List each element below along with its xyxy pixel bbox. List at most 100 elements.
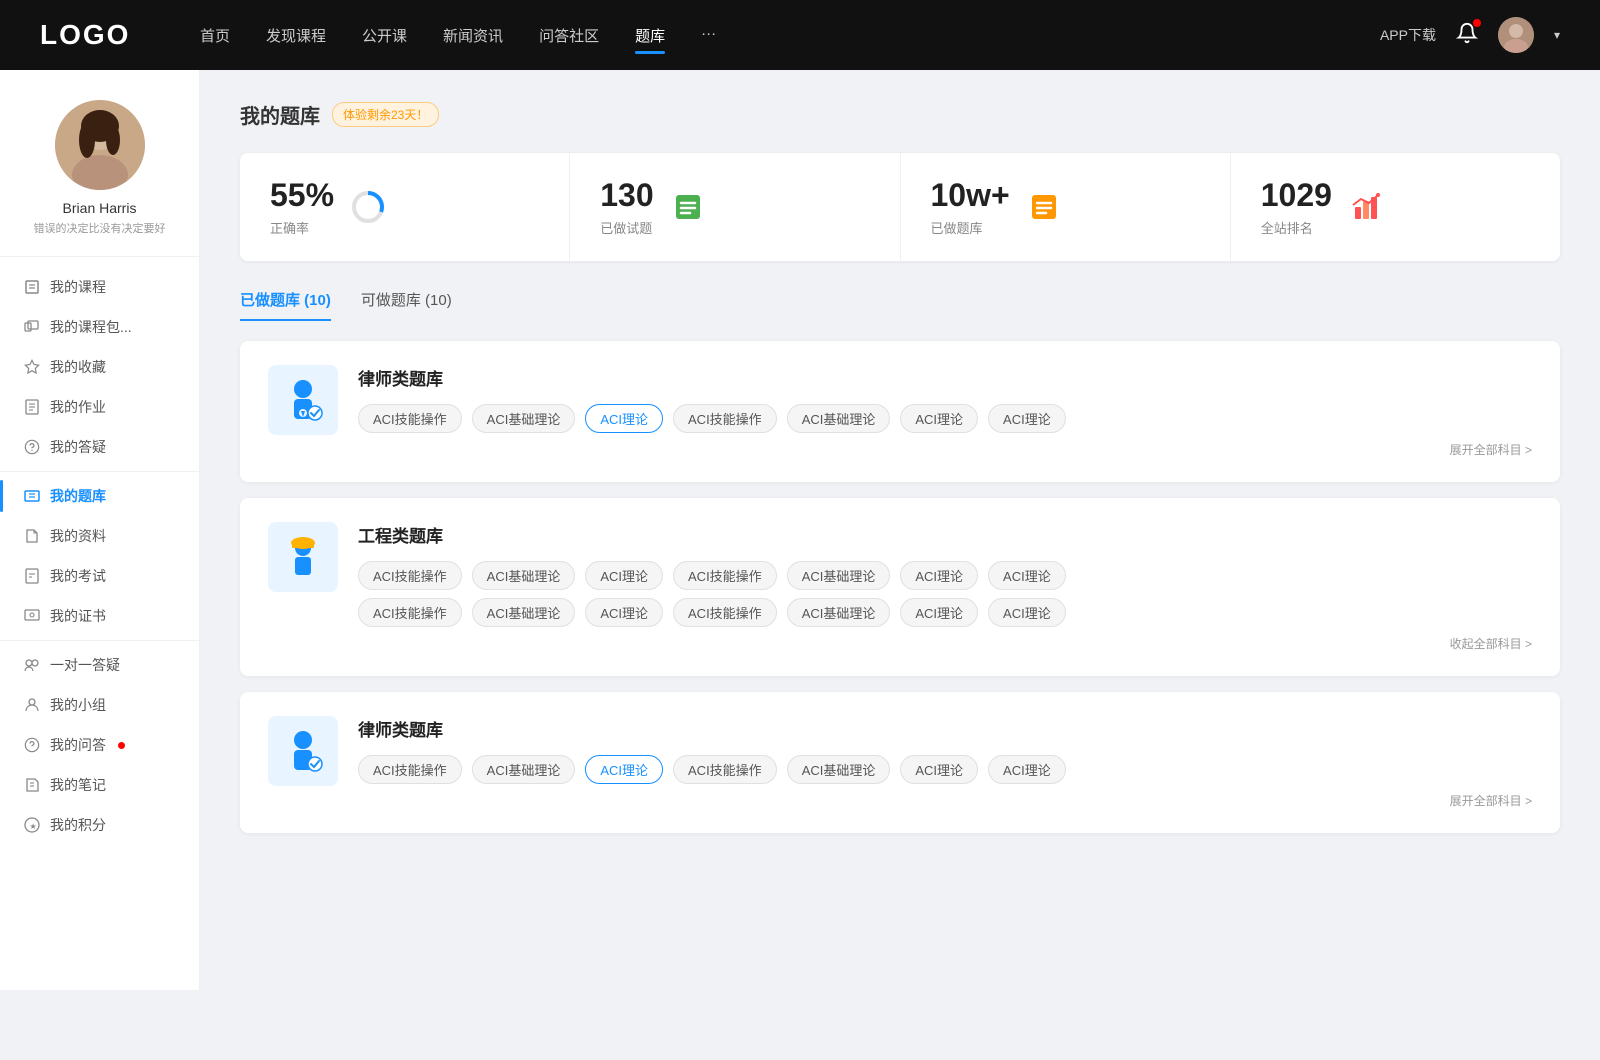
tab-available[interactable]: 可做题库 (10): [361, 289, 452, 320]
sidebar-menu: 我的课程 我的课程包... 我的收藏: [0, 267, 199, 845]
stat-rank-value: 1029: [1261, 177, 1332, 214]
tag-1-1[interactable]: ACI基础理论: [472, 561, 576, 590]
logo[interactable]: LOGO: [40, 19, 140, 51]
stat-done-b-value: 10w+: [931, 177, 1010, 214]
main-content: 我的题库 体验剩余23天！ 55% 正确率: [200, 70, 1600, 990]
one-one-icon: [24, 657, 40, 673]
sidebar-label-group: 我的小组: [50, 695, 106, 715]
tag-1-2[interactable]: ACI理论: [585, 561, 663, 590]
expand-btn-2[interactable]: 展开全部科目 >: [358, 792, 1532, 809]
tag-2-5[interactable]: ACI理论: [900, 755, 978, 784]
sidebar-item-collection[interactable]: 我的收藏: [0, 347, 199, 387]
tag-2-0[interactable]: ACI技能操作: [358, 755, 462, 784]
qa-icon: [24, 737, 40, 753]
tag-1-r2-2[interactable]: ACI理论: [585, 598, 663, 627]
tag-2-3[interactable]: ACI技能操作: [673, 755, 777, 784]
main-nav: 首页 发现课程 公开课 新闻资讯 问答社区 题库 ···: [200, 21, 1380, 50]
profile-name: Brian Harris: [63, 200, 137, 216]
tag-0-4[interactable]: ACI基础理论: [787, 404, 891, 433]
tag-1-0[interactable]: ACI技能操作: [358, 561, 462, 590]
tag-0-2[interactable]: ACI理论: [585, 404, 663, 433]
sidebar-item-homework[interactable]: 我的作业: [0, 387, 199, 427]
tag-1-3[interactable]: ACI技能操作: [673, 561, 777, 590]
sidebar-item-cert[interactable]: 我的证书: [0, 596, 199, 636]
sidebar-item-group[interactable]: 我的小组: [0, 685, 199, 725]
tag-1-r2-5[interactable]: ACI理论: [900, 598, 978, 627]
note-icon: [24, 777, 40, 793]
tag-1-r2-0[interactable]: ACI技能操作: [358, 598, 462, 627]
stats-row: 55% 正确率 130 已做试题: [240, 153, 1560, 261]
star-icon: [24, 359, 40, 375]
points-icon: ★: [24, 817, 40, 833]
page-title: 我的题库: [240, 100, 320, 129]
cert-icon: [24, 608, 40, 624]
qbank-tags1-row2: ACI技能操作 ACI基础理论 ACI理论 ACI技能操作 ACI基础理论 AC…: [358, 598, 1532, 627]
sidebar-item-material[interactable]: 我的资料: [0, 516, 199, 556]
tag-1-r2-6[interactable]: ACI理论: [988, 598, 1066, 627]
app-download-btn[interactable]: APP下载: [1380, 25, 1436, 45]
tag-0-3[interactable]: ACI技能操作: [673, 404, 777, 433]
sidebar-item-package[interactable]: 我的课程包...: [0, 307, 199, 347]
list-green-icon: [670, 189, 706, 225]
trial-badge: 体验剩余23天！: [332, 102, 439, 127]
qbank-card-0: 律师类题库 ACI技能操作 ACI基础理论 ACI理论 ACI技能操作 ACI基…: [240, 341, 1560, 482]
sidebar-label-collection: 我的收藏: [50, 357, 106, 377]
tag-1-r2-3[interactable]: ACI技能操作: [673, 598, 777, 627]
sidebar-label-points: 我的积分: [50, 815, 106, 835]
tag-0-0[interactable]: ACI技能操作: [358, 404, 462, 433]
nav-home[interactable]: 首页: [200, 21, 230, 50]
nav-open-course[interactable]: 公开课: [362, 21, 407, 50]
tag-2-1[interactable]: ACI基础理论: [472, 755, 576, 784]
user-avatar[interactable]: [1498, 17, 1534, 53]
sidebar-item-one-one[interactable]: 一对一答疑: [0, 645, 199, 685]
tag-2-2[interactable]: ACI理论: [585, 755, 663, 784]
tag-1-r2-4[interactable]: ACI基础理论: [787, 598, 891, 627]
sidebar-label-one-one: 一对一答疑: [50, 655, 120, 675]
sidebar-item-answer[interactable]: 我的答疑: [0, 427, 199, 467]
nav-more[interactable]: ···: [701, 21, 716, 50]
group-icon: [24, 697, 40, 713]
tabs-row: 已做题库 (10) 可做题库 (10): [240, 289, 1560, 321]
nav-news[interactable]: 新闻资讯: [443, 21, 503, 50]
sidebar-label-qbank: 我的题库: [50, 486, 106, 506]
qbank-header-0: 律师类题库 ACI技能操作 ACI基础理论 ACI理论 ACI技能操作 ACI基…: [268, 365, 1532, 458]
expand-btn-0[interactable]: 展开全部科目 >: [358, 441, 1532, 458]
sidebar-item-exam[interactable]: 我的考试: [0, 556, 199, 596]
sidebar-label-myqa: 我的问答: [50, 735, 106, 755]
tag-0-5[interactable]: ACI理论: [900, 404, 978, 433]
sidebar-item-qbank[interactable]: 我的题库: [0, 476, 199, 516]
tag-1-r2-1[interactable]: ACI基础理论: [472, 598, 576, 627]
question-icon: [24, 439, 40, 455]
tab-done[interactable]: 已做题库 (10): [240, 289, 331, 320]
sidebar-item-points[interactable]: ★ 我的积分: [0, 805, 199, 845]
nav-discover[interactable]: 发现课程: [266, 21, 326, 50]
sidebar-label-exam: 我的考试: [50, 566, 106, 586]
tag-2-4[interactable]: ACI基础理论: [787, 755, 891, 784]
sidebar-label-cert: 我的证书: [50, 606, 106, 626]
stat-rank-label: 全站排名: [1261, 218, 1332, 237]
notification-bell[interactable]: [1456, 22, 1478, 49]
tag-2-6[interactable]: ACI理论: [988, 755, 1066, 784]
tag-0-6[interactable]: ACI理论: [988, 404, 1066, 433]
tag-1-4[interactable]: ACI基础理论: [787, 561, 891, 590]
qbank-tags1-row1: ACI技能操作 ACI基础理论 ACI理论 ACI技能操作 ACI基础理论 AC…: [358, 561, 1532, 590]
tag-1-6[interactable]: ACI理论: [988, 561, 1066, 590]
sidebar-item-notes[interactable]: 我的笔记: [0, 765, 199, 805]
nav-qa[interactable]: 问答社区: [539, 21, 599, 50]
collapse-btn-1[interactable]: 收起全部科目 >: [358, 635, 1532, 652]
user-menu-chevron[interactable]: ▾: [1554, 28, 1560, 42]
qbank-header-2: 律师类题库 ACI技能操作 ACI基础理论 ACI理论 ACI技能操作 ACI基…: [268, 716, 1532, 809]
sidebar-item-myqa[interactable]: 我的问答: [0, 725, 199, 765]
sidebar-item-course[interactable]: 我的课程: [0, 267, 199, 307]
main-layout: Brian Harris 错误的决定比没有决定要好 我的课程: [0, 70, 1600, 990]
sidebar-label-homework: 我的作业: [50, 397, 106, 417]
qa-unread-dot: [118, 742, 125, 749]
sidebar-label-package: 我的课程包...: [50, 317, 132, 337]
bar-chart-icon: [1348, 189, 1384, 225]
tag-1-5[interactable]: ACI理论: [900, 561, 978, 590]
file-icon: [24, 528, 40, 544]
nav-qbank[interactable]: 题库: [635, 21, 665, 50]
pie-chart-icon: [350, 189, 386, 225]
tag-0-1[interactable]: ACI基础理论: [472, 404, 576, 433]
sidebar-label-notes: 我的笔记: [50, 775, 106, 795]
